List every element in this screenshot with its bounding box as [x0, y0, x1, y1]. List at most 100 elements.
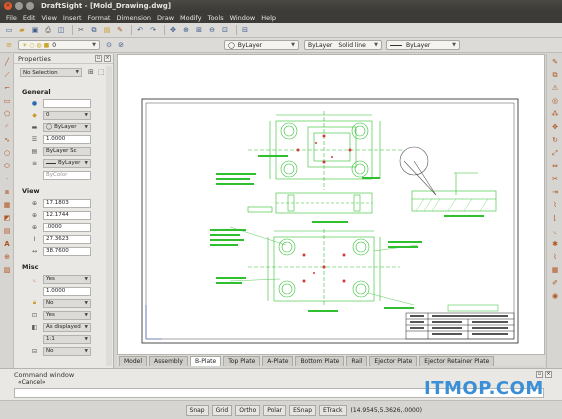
float-panel-button[interactable]: ▫ [95, 55, 102, 62]
polygon-icon[interactable]: ⬠ [2, 109, 12, 119]
menu-window[interactable]: Window [230, 14, 256, 22]
region-icon[interactable]: ◩ [2, 213, 12, 223]
tab-ejector-retainer-plate[interactable]: Ejector Retainer Plate [419, 356, 495, 366]
trim-icon[interactable]: ✂ [550, 174, 560, 184]
close-panel-button[interactable]: × [104, 55, 111, 62]
tab-rail[interactable]: Rail [346, 356, 368, 366]
new-file-icon[interactable]: ▭ [4, 25, 14, 35]
display-locked-field[interactable]: No ▼ [43, 346, 91, 356]
menu-file[interactable]: File [6, 14, 17, 22]
tab-b-plate[interactable]: B-Plate [189, 356, 222, 366]
menu-help[interactable]: Help [261, 14, 276, 22]
undo-icon[interactable]: ↶ [135, 25, 145, 35]
lineweight-combo[interactable]: ByLayer ▼ [386, 40, 460, 50]
menu-tools[interactable]: Tools [208, 14, 224, 22]
table-icon[interactable]: ▤ [2, 226, 12, 236]
paste-icon[interactable]: ▤ [102, 25, 112, 35]
height-field[interactable]: 27.3623 [43, 234, 91, 244]
color-field[interactable] [43, 98, 91, 108]
zoom-window-icon[interactable]: ⊞ [194, 25, 204, 35]
center-x-field[interactable]: 17.1803 [43, 198, 91, 208]
rotate-icon[interactable]: ↻ [550, 135, 560, 145]
match-properties-icon[interactable]: ✎ [115, 25, 125, 35]
print-icon[interactable]: ⎙ [43, 25, 53, 35]
stretch-icon[interactable]: ⇔ [550, 161, 560, 171]
close-window-button[interactable]: × [4, 2, 12, 10]
plotstyle-field[interactable]: ByLayer Sc [43, 146, 91, 156]
cut-icon[interactable]: ✂ [76, 25, 86, 35]
annotation-scale-field[interactable]: 1.0000 [43, 286, 91, 296]
select-objects-icon[interactable]: ⬚ [98, 68, 105, 76]
layer-current-icon[interactable]: ⊙ [104, 40, 114, 50]
drawing-canvas[interactable] [117, 54, 545, 355]
tab-model[interactable]: Model [119, 356, 148, 366]
snap-toggle[interactable]: Snap [185, 404, 209, 416]
layer-manager-icon[interactable]: ≡ [4, 40, 14, 50]
copy-icon[interactable]: ⧉ [89, 25, 99, 35]
edit-hatch-icon[interactable]: ▦ [550, 265, 560, 275]
menu-format[interactable]: Format [88, 14, 111, 22]
ucs-origin-field[interactable]: No ▼ [43, 298, 91, 308]
width-field[interactable]: 38.7600 [43, 246, 91, 256]
zoom-previous-icon[interactable]: ⊖ [207, 25, 217, 35]
infinite-line-icon[interactable]: ⟋ [2, 70, 12, 80]
move-icon[interactable]: ✥ [550, 122, 560, 132]
scale-entities-icon[interactable]: ⤢ [550, 148, 560, 158]
zoom-realtime-icon[interactable]: ⊕ [181, 25, 191, 35]
image-icon[interactable]: ▨ [2, 265, 12, 275]
menu-dimension[interactable]: Dimension [116, 14, 151, 22]
menu-insert[interactable]: Insert [63, 14, 82, 22]
rectangle-icon[interactable]: ▭ [2, 96, 12, 106]
float-command-window-button[interactable]: ▫ [536, 371, 543, 378]
menu-view[interactable]: View [41, 14, 56, 22]
fillet-icon[interactable]: ◟ [550, 226, 560, 236]
polar-toggle[interactable]: Polar [263, 404, 287, 416]
scale-field[interactable]: 1.0000 [43, 134, 91, 144]
insert-block-icon[interactable]: ⊕ [2, 252, 12, 262]
block-icon[interactable]: ⧈ [2, 187, 12, 197]
linetype-field[interactable]: ◯ ByLayer ▼ [43, 122, 91, 132]
save-icon[interactable]: ▣ [30, 25, 40, 35]
pattern-icon[interactable]: ⁂ [550, 109, 560, 119]
layer-field[interactable]: 0 ▼ [43, 110, 91, 120]
edit-polyline-icon[interactable]: ⌇ [550, 252, 560, 262]
center-y-field[interactable]: 12.1744 [43, 210, 91, 220]
copy-entities-icon[interactable]: ⧉ [550, 70, 560, 80]
point-icon[interactable]: · [2, 174, 12, 184]
open-file-icon[interactable]: ▰ [17, 25, 27, 35]
line-icon[interactable]: ╱ [2, 57, 12, 67]
zoom-fit-icon[interactable]: ⊡ [220, 25, 230, 35]
ortho-toggle[interactable]: Ortho [235, 404, 261, 416]
toggle-pickadd-icon[interactable]: ⊞ [88, 68, 94, 76]
standard-scale-field[interactable]: 1:1 ▼ [43, 334, 91, 344]
properties-scrollbar[interactable] [106, 66, 112, 366]
lineweight-field[interactable]: ByLayer ▼ [43, 158, 91, 168]
properties-toggle-icon[interactable]: ⊟ [240, 25, 250, 35]
chamfer-icon[interactable]: ⌊ [550, 213, 560, 223]
tab-ejector-plate[interactable]: Ejector Plate [369, 356, 418, 366]
erase-icon[interactable]: ✎ [550, 57, 560, 67]
maximize-window-button[interactable] [26, 2, 34, 10]
break-icon[interactable]: ⌇ [550, 200, 560, 210]
tab-assembly[interactable]: Assembly [149, 356, 188, 366]
explode-icon[interactable]: ✱ [550, 239, 560, 249]
offset-icon[interactable]: ◎ [550, 96, 560, 106]
visual-style-field[interactable]: As displayed ▼ [43, 322, 91, 332]
tab-a-plate[interactable]: A-Plate [262, 356, 294, 366]
circle-icon[interactable]: ○ [2, 148, 12, 158]
arc-icon[interactable]: ◜ [2, 122, 12, 132]
menu-modify[interactable]: Modify [180, 14, 202, 22]
layer-combo[interactable]: ☀ ○ ◍ ■ 0 ▼ [18, 40, 100, 50]
properties-icon[interactable]: ◉ [550, 291, 560, 301]
ucs-on-field[interactable]: Yes ▼ [43, 274, 91, 284]
selection-dropdown[interactable]: No Selection ▼ [20, 68, 82, 77]
tab-bottom-plate[interactable]: Bottom Plate [295, 356, 345, 366]
menu-draw[interactable]: Draw [157, 14, 174, 22]
text-edit-icon[interactable]: ✐ [550, 278, 560, 288]
linetype-combo[interactable]: ByLayer Solid line ▼ [304, 40, 382, 50]
color-combo[interactable]: ◯ ByLayer ▼ [224, 40, 299, 50]
redo-icon[interactable]: ↷ [148, 25, 158, 35]
menu-edit[interactable]: Edit [23, 14, 36, 22]
ellipse-icon[interactable]: ⬭ [2, 161, 12, 171]
ucs-per-viewport-field[interactable]: Yes ▼ [43, 310, 91, 320]
